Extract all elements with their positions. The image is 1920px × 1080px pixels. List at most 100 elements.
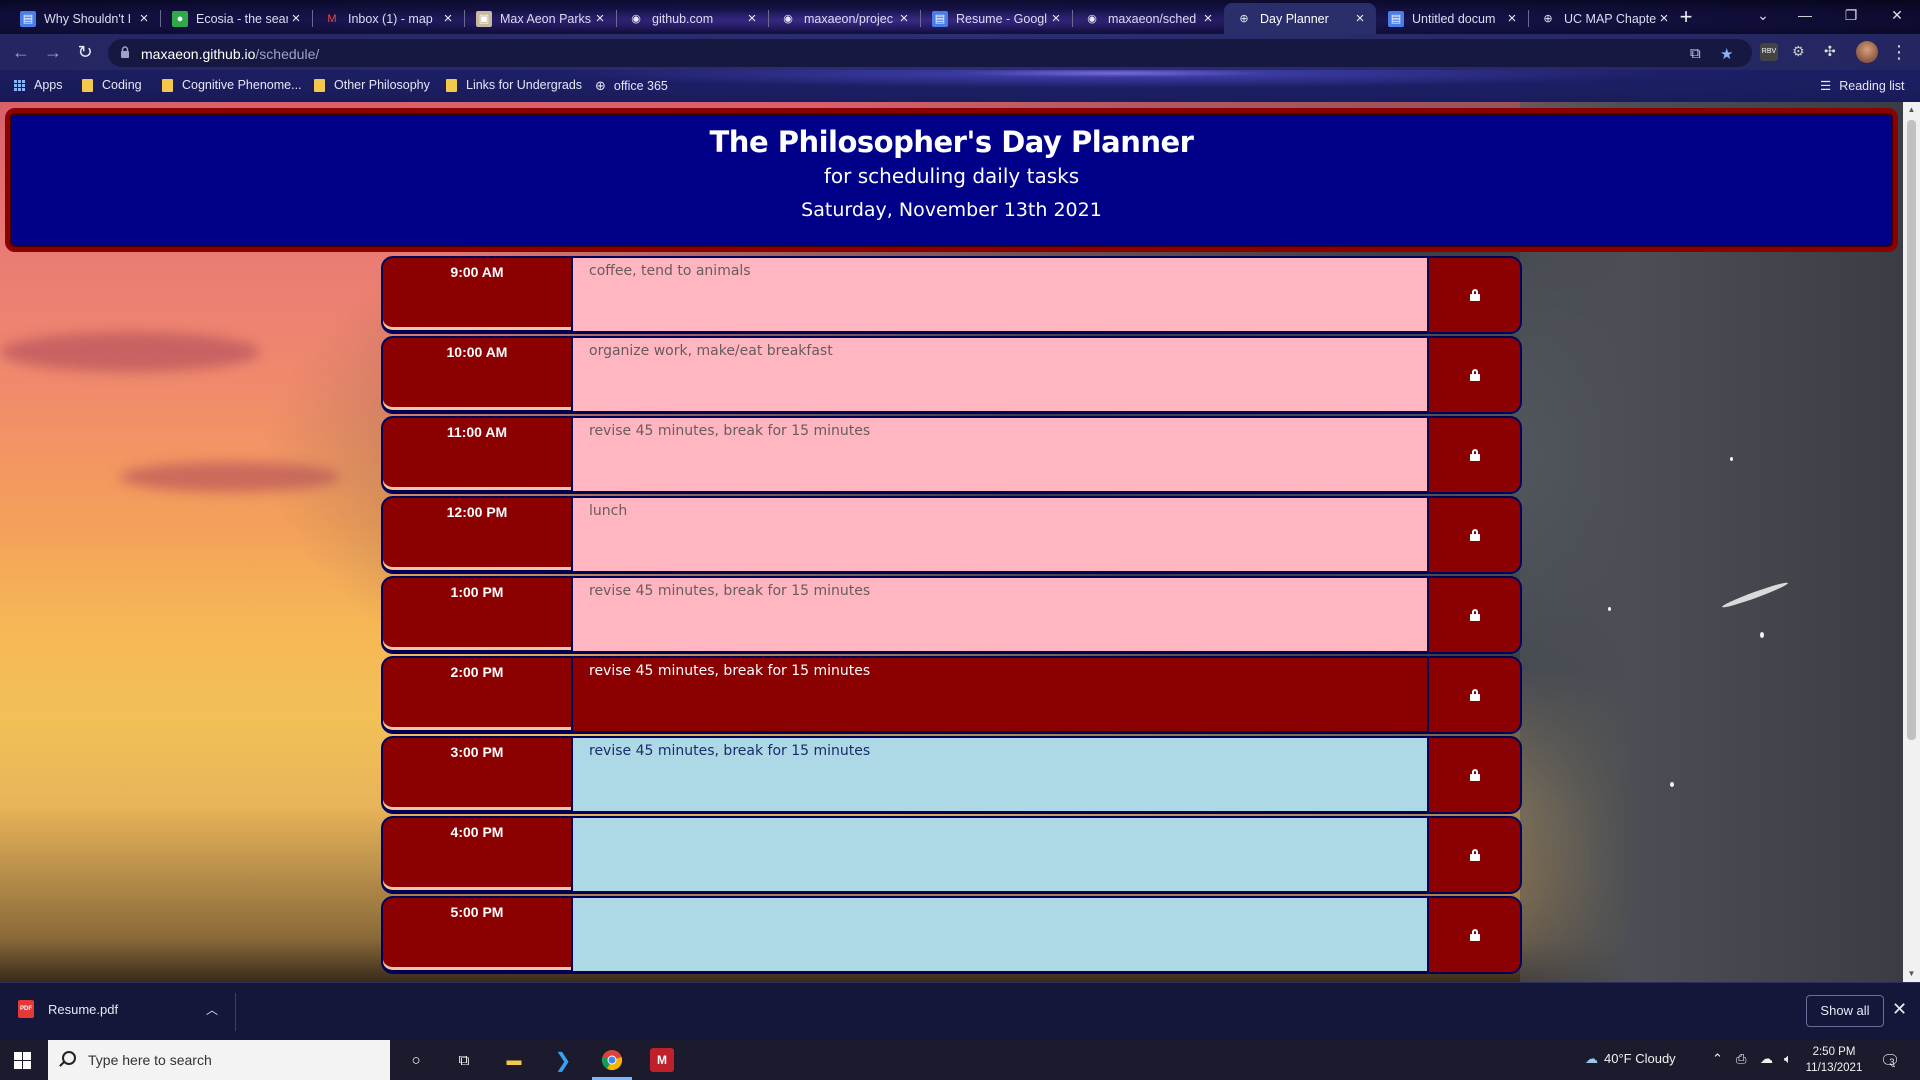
time-block-list: 9:00 AM coffee, tend to animals 10:00 AM or… [381, 256, 1522, 976]
save-button[interactable] [1427, 816, 1522, 894]
cortana-icon[interactable]: ○ [404, 1048, 428, 1072]
folder-icon [446, 78, 457, 92]
time-block-row: 10:00 AM organize work, make/eat breakfas… [381, 336, 1522, 416]
browser-tab[interactable]: ● Ecosia - the sear × [160, 3, 312, 34]
task-description-textarea[interactable]: revise 45 minutes, break for 15 minutes [573, 576, 1427, 654]
browser-tab[interactable]: ◉ maxaeon/sched × [1072, 3, 1224, 34]
scroll-down-icon[interactable]: ▼ [1903, 966, 1920, 982]
close-tab-icon[interactable]: × [896, 10, 912, 27]
browser-tab[interactable]: ▤ Why Shouldn't I × [8, 3, 160, 34]
extension-icon[interactable]: RBV [1760, 43, 1778, 61]
close-tab-icon[interactable]: × [440, 10, 456, 27]
save-button[interactable] [1427, 736, 1522, 814]
task-description-textarea[interactable]: lunch [573, 496, 1427, 574]
browser-tab[interactable]: ▣ Max Aeon Parks × [464, 3, 616, 34]
close-window-button[interactable]: ✕ [1874, 0, 1920, 32]
save-button[interactable] [1427, 656, 1522, 734]
extension-gear-icon[interactable]: ⚙ [1792, 43, 1810, 61]
minimize-button[interactable]: — [1782, 0, 1828, 32]
browser-tab[interactable]: ▤ Resume - Googl × [920, 3, 1072, 34]
download-item[interactable]: PDF Resume.pdf [18, 1000, 118, 1018]
task-view-icon[interactable]: ⧉ [452, 1048, 476, 1072]
page-scrollbar[interactable]: ▲ ▼ [1903, 102, 1920, 982]
close-tab-icon[interactable]: × [1352, 10, 1368, 27]
close-tab-icon[interactable]: × [592, 10, 608, 27]
bookmark-other-philosophy[interactable]: Other Philosophy [314, 78, 430, 92]
reload-icon[interactable]: ↻ [72, 40, 98, 66]
open-in-app-icon[interactable]: ⧉ [1690, 45, 1701, 62]
bookmark-links-for-undergrads[interactable]: Links for Undergrads [446, 78, 582, 92]
file-explorer-icon[interactable]: ▬ [502, 1048, 526, 1072]
docs-icon: ▤ [1388, 10, 1404, 27]
browser-tab[interactable]: ⊕ Day Planner × [1224, 3, 1376, 34]
browser-tab[interactable]: ◉ github.com × [616, 3, 768, 34]
bookmark-coding[interactable]: Coding [82, 78, 142, 92]
menu-kebab-icon[interactable]: ⋮ [1886, 40, 1912, 66]
tab-search-icon[interactable]: ⌄ [1740, 0, 1786, 32]
save-button[interactable] [1427, 256, 1522, 334]
save-button[interactable] [1427, 336, 1522, 414]
chevron-up-icon[interactable]: ︿ [206, 1001, 218, 1018]
divider [235, 993, 236, 1031]
scrollbar-thumb[interactable] [1907, 120, 1916, 740]
windows-start-icon[interactable] [14, 1052, 31, 1069]
vscode-icon[interactable]: ❯ [551, 1048, 575, 1072]
mcafee-icon[interactable]: M [650, 1048, 674, 1072]
browser-tab[interactable]: ◉ maxaeon/projec × [768, 3, 920, 34]
reading-list-icon: ☰ [1820, 79, 1832, 93]
close-tab-icon[interactable]: × [1200, 10, 1216, 27]
hour-label: 11:00 AM [381, 416, 573, 494]
task-description-textarea[interactable] [573, 816, 1427, 894]
time-block-row: 3:00 PM revise 45 minutes, break for 15 m… [381, 736, 1522, 816]
reading-list-button[interactable]: ☰ Reading list [1820, 78, 1905, 94]
lock-icon [1469, 449, 1480, 461]
scroll-up-icon[interactable]: ▲ [1903, 102, 1920, 118]
browser-tab[interactable]: ▤ Untitled docum × [1376, 3, 1528, 34]
taskbar-search-box[interactable]: Type here to search [48, 1040, 390, 1080]
save-button[interactable] [1427, 416, 1522, 494]
profile-avatar[interactable] [1856, 41, 1878, 63]
close-tab-icon[interactable]: × [1048, 10, 1064, 27]
search-icon [62, 1051, 76, 1065]
weather-widget[interactable]: ☁ 40°F Cloudy [1585, 1051, 1676, 1067]
browser-tab[interactable]: M Inbox (1) - map × [312, 3, 464, 34]
docs-icon: ▤ [20, 10, 36, 27]
docs-icon: ▤ [932, 10, 948, 27]
save-button[interactable] [1427, 576, 1522, 654]
task-description-textarea[interactable]: revise 45 minutes, break for 15 minutes [573, 416, 1427, 494]
close-tab-icon[interactable]: × [744, 10, 760, 27]
volume-icon[interactable]: 🔈︎ [1784, 1051, 1792, 1067]
apps-grid-icon [14, 79, 25, 91]
close-tab-icon[interactable]: × [136, 10, 152, 27]
tray-app-icon[interactable]: ⎙ [1736, 1051, 1746, 1067]
bookmark-office-365[interactable]: ⊕ office 365 [595, 78, 668, 94]
close-tab-icon[interactable]: × [1504, 10, 1520, 27]
back-icon[interactable]: ← [8, 40, 34, 66]
lock-icon [1469, 689, 1480, 701]
show-all-downloads-button[interactable]: Show all [1806, 995, 1884, 1027]
close-tab-icon[interactable]: × [1656, 10, 1672, 27]
extensions-puzzle-icon[interactable]: ✣ [1824, 43, 1842, 61]
save-button[interactable] [1427, 896, 1522, 974]
system-clock[interactable]: 2:50 PM 11/13/2021 [1800, 1044, 1868, 1076]
tray-chevron-icon[interactable]: ⌃ [1712, 1051, 1723, 1067]
task-description-textarea[interactable]: revise 45 minutes, break for 15 minutes [573, 736, 1427, 814]
browser-tab[interactable]: ⊕ UC MAP Chapte × [1528, 3, 1680, 34]
bookmark-star-icon[interactable]: ★ [1720, 45, 1733, 63]
address-bar[interactable]: maxaeon.github.io/schedule/ ⧉ ★ [108, 39, 1752, 67]
close-tab-icon[interactable]: × [288, 10, 304, 27]
notifications-icon[interactable]: 🗨︎3 [1880, 1051, 1905, 1071]
bookmarks-bar: Apps Coding Cognitive Phenome... Other P… [0, 70, 1920, 102]
chrome-icon[interactable] [600, 1048, 624, 1072]
bookmark-apps[interactable]: Apps [14, 78, 63, 92]
forward-icon[interactable]: → [40, 40, 66, 66]
task-description-textarea[interactable]: coffee, tend to animals [573, 256, 1427, 334]
restore-button[interactable]: ❐ [1828, 0, 1874, 32]
close-shelf-icon[interactable]: ✕ [1892, 999, 1907, 1020]
bookmark-cognitive-phenomenology[interactable]: Cognitive Phenome... [162, 78, 302, 92]
onedrive-icon[interactable]: ☁ [1760, 1051, 1773, 1067]
task-description-textarea[interactable]: organize work, make/eat breakfast [573, 336, 1427, 414]
save-button[interactable] [1427, 496, 1522, 574]
task-description-textarea[interactable] [573, 896, 1427, 974]
task-description-textarea[interactable]: revise 45 minutes, break for 15 minutes [573, 656, 1427, 734]
